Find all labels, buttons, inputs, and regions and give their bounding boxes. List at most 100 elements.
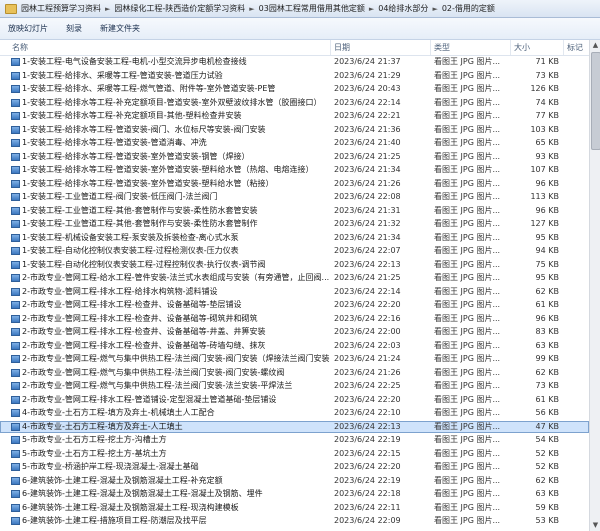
column-header-name[interactable]: 名称 <box>12 42 28 53</box>
file-size: 93 KB <box>535 151 559 161</box>
toolbar: 放映幻灯片 刻录 新建文件夹 <box>0 18 600 40</box>
jpg-file-icon <box>11 314 20 323</box>
file-date: 2023/6/24 22:08 <box>334 192 401 201</box>
file-row[interactable]: 2-市政专业-管网工程-燃气与集中供热工程-法兰阀门安装-法兰安装-平焊法兰 20… <box>0 380 589 392</box>
file-size: 59 KB <box>535 502 559 512</box>
column-divider[interactable] <box>563 40 564 55</box>
jpg-file-icon <box>11 85 20 93</box>
file-row[interactable]: 1-安装工程-电气设备安装工程-电机-小型交流异步电机检查接线 2023/6/24… <box>0 56 589 68</box>
file-type: 看图王 JPG 图片... <box>434 300 501 309</box>
file-name: 5-市政专业-桥涵护岸工程-现浇混凝土-混凝土基础 <box>22 462 199 471</box>
file-row[interactable]: 2-市政专业-管网工程-燃气与集中供热工程-法兰阀门安装-阀门安装（焊接法兰阀门… <box>0 353 589 365</box>
file-name: 1-安装工程-自动化控制仪表安装工程-过程控制仪表-执行仪表-调节阀 <box>22 259 266 269</box>
column-divider[interactable] <box>430 40 431 55</box>
breadcrumb-item[interactable]: 03园林工程常用借用其他定额 <box>259 3 365 14</box>
breadcrumb-item[interactable]: 04给排水部分 <box>378 3 428 14</box>
column-divider[interactable] <box>330 40 331 55</box>
file-row[interactable]: 1-安装工程-给排水等工程-管道安装-室外管道安装-钢管（焊接） 2023/6/2… <box>0 151 589 163</box>
chevron-right-icon[interactable]: ► <box>432 5 437 13</box>
address-bar[interactable]: 园林工程预算学习资料 ► 园林绿化工程-陕西造价定额学习资料 ► 03园林工程常… <box>0 0 600 18</box>
file-date: 2023/6/24 22:11 <box>334 502 401 512</box>
file-row[interactable]: 2-市政专业-管网工程-排水工程-检查井、设备基础等-井盖、井箅安装 2023/6… <box>0 326 589 338</box>
vertical-scrollbar[interactable]: ▲ ▼ <box>589 40 600 531</box>
file-type: 看图王 JPG 图片... <box>434 246 501 255</box>
file-size: 53 KB <box>535 516 559 525</box>
breadcrumb-item[interactable]: 02-借用的定额 <box>442 3 495 14</box>
file-name: 1-安装工程-自动化控制仪表安装工程-过程检测仪表-压力仪表 <box>22 246 239 255</box>
file-row[interactable]: 1-安装工程-工业管道工程-其他-套管制作与安装-柔性防水套管制作 2023/6/… <box>0 218 589 230</box>
file-type: 看图王 JPG 图片... <box>434 475 501 485</box>
file-row[interactable]: 1-安装工程-给排水等工程-补充定额项目-其他-塑料检查井安装 2023/6/24… <box>0 110 589 122</box>
file-row[interactable]: 1-安装工程-给排水等工程-管道安装-阀门、水位标尺等安装-阀门安装 2023/6… <box>0 124 589 136</box>
file-type: 看图王 JPG 图片... <box>434 219 501 228</box>
file-date: 2023/6/24 21:31 <box>334 205 401 215</box>
column-header-tag[interactable]: 标记 <box>567 42 583 53</box>
file-row[interactable]: 4-市政专业-土石方工程-填方及弃土-人工填土 2023/6/24 22:13 看图… <box>0 420 589 433</box>
file-row[interactable]: 6-建筑装饰-土建工程-措施项目工程-防潮层及找平层 2023/6/24 22:0… <box>0 515 589 527</box>
slideshow-button[interactable]: 放映幻灯片 <box>8 23 48 34</box>
file-row[interactable]: 1-安装工程-工业管道工程-其他-套管制作与安装-柔性防水套管安装 2023/6/… <box>0 205 589 217</box>
file-type: 看图王 JPG 图片... <box>434 178 501 188</box>
file-row[interactable]: 2-市政专业-管网工程-排水工程-管道铺设-定型混凝土管道基础-垫层铺设 2023… <box>0 394 589 406</box>
file-size: 73 KB <box>535 70 559 80</box>
file-row[interactable]: 1-安装工程-自动化控制仪表安装工程-过程检测仪表-压力仪表 2023/6/24 … <box>0 245 589 257</box>
file-row[interactable]: 5-市政专业-桥涵护岸工程-现浇混凝土-混凝土基础 2023/6/24 22:20… <box>0 461 589 473</box>
file-row[interactable]: 2-市政专业-管网工程-燃气与集中供热工程-法兰阀门安装-阀门安装-螺纹阀 202… <box>0 367 589 379</box>
file-size: 113 KB <box>530 192 559 201</box>
file-name: 2-市政专业-管网工程-排水工程-给排水构筑物-滤料铺设 <box>22 286 218 296</box>
file-date: 2023/6/24 22:03 <box>334 340 401 350</box>
file-row[interactable]: 6-建筑装饰-土建工程-混凝土及钢筋混凝土工程-混凝土及钢筋、埋件 2023/6/… <box>0 488 589 500</box>
file-row[interactable]: 4-市政专业-土石方工程-填方及弃土-机械填土人工配合 2023/6/24 22:… <box>0 407 589 419</box>
file-size: 126 KB <box>530 84 559 93</box>
jpg-file-icon <box>11 71 20 80</box>
file-type: 看图王 JPG 图片... <box>434 205 501 215</box>
jpg-file-icon <box>11 220 20 228</box>
file-row[interactable]: 1-安装工程-给排水等工程-管道安装-室外管道安装-塑料给水管（粘接） 2023/… <box>0 178 589 190</box>
file-type: 看图王 JPG 图片... <box>434 165 501 174</box>
file-row[interactable]: 2-市政专业-管网工程-排水工程-检查井、设备基础等-砖墙勾缝、抹灰 2023/6… <box>0 340 589 352</box>
jpg-file-icon <box>11 287 20 296</box>
file-name: 1-安装工程-工业管道工程-其他-套管制作与安装-柔性防水套管安装 <box>22 205 258 215</box>
file-row[interactable]: 1-安装工程-工业管道工程-阀门安装-低压阀门-法兰阀门 2023/6/24 22… <box>0 191 589 203</box>
column-header-date[interactable]: 日期 <box>334 42 350 53</box>
file-row[interactable]: 2-市政专业-管网工程-排水工程-给排水构筑物-滤料铺设 2023/6/24 22… <box>0 286 589 298</box>
file-row[interactable]: 1-安装工程-给排水等工程-管道安装-管道消毒、冲洗 2023/6/24 21:4… <box>0 137 589 149</box>
column-header-type[interactable]: 类型 <box>434 42 450 53</box>
scroll-down-icon[interactable]: ▼ <box>590 520 600 531</box>
burn-button[interactable]: 刻录 <box>66 23 82 34</box>
file-row[interactable]: 5-市政专业-土石方工程-挖土方-沟槽土方 2023/6/24 22:19 看图王 … <box>0 434 589 446</box>
file-type: 看图王 JPG 图片... <box>434 354 501 363</box>
file-date: 2023/6/24 22:16 <box>334 313 401 323</box>
jpg-file-icon <box>11 247 20 255</box>
file-row[interactable]: 1-安装工程-自动化控制仪表安装工程-过程控制仪表-执行仪表-调节阀 2023/6… <box>0 259 589 271</box>
breadcrumb-item[interactable]: 园林工程预算学习资料 <box>21 3 101 14</box>
file-row[interactable]: 1-安装工程-给排水等工程-补充定额项目-管道安装-室外双壁波纹排水管（胶圈接口… <box>0 97 589 109</box>
file-name: 6-建筑装饰-土建工程-措施项目工程-防潮层及找平层 <box>22 516 207 525</box>
file-name: 1-安装工程-给排水等工程-补充定额项目-管道安装-室外双壁波纹排水管（胶圈接口… <box>22 97 322 107</box>
column-divider[interactable] <box>510 40 511 55</box>
file-row[interactable]: 1-安装工程-给排水、采暖等工程-燃气管道、附件等-室外管道安装-PE管 2023… <box>0 83 589 95</box>
file-row[interactable]: 1-安装工程-给排水等工程-管道安装-室外管道安装-塑料给水管（热熔、电熔连接）… <box>0 164 589 176</box>
scroll-up-icon[interactable]: ▲ <box>590 40 600 51</box>
file-row[interactable]: 1-安装工程-机械设备安装工程-泵安装及拆装检查-离心式水泵 2023/6/24 … <box>0 232 589 244</box>
file-row[interactable]: 1-安装工程-给排水、采暖等工程-管道安装-管道压力试验 2023/6/24 21… <box>0 70 589 82</box>
file-size: 103 KB <box>530 124 559 134</box>
file-row[interactable]: 6-建筑装饰-土建工程-混凝土及钢筋混凝土工程-现浇构建模板 2023/6/24 … <box>0 502 589 514</box>
chevron-right-icon[interactable]: ► <box>249 5 254 13</box>
chevron-right-icon[interactable]: ► <box>369 5 374 13</box>
column-header-size[interactable]: 大小 <box>514 42 530 53</box>
file-row[interactable]: 2-市政专业-管网工程-给水工程-管件安装-法兰式水表组成与安装（有旁通管，止回… <box>0 272 589 284</box>
file-row[interactable]: 5-市政专业-土石方工程-挖土方-基坑土方 2023/6/24 22:15 看图王 … <box>0 448 589 460</box>
chevron-right-icon[interactable]: ► <box>105 5 110 13</box>
file-row[interactable]: 2-市政专业-管网工程-排水工程-检查井、设备基础等-垫层铺设 2023/6/24… <box>0 299 589 311</box>
file-date: 2023/6/24 22:10 <box>334 408 401 417</box>
file-row[interactable]: 6-建筑装饰-土建工程-混凝土及钢筋混凝土工程-补充定额 2023/6/24 22… <box>0 475 589 487</box>
jpg-file-icon <box>11 328 20 336</box>
new-folder-button[interactable]: 新建文件夹 <box>100 23 140 34</box>
file-size: 73 KB <box>535 381 559 390</box>
file-name: 4-市政专业-土石方工程-填方及弃土-机械填土人工配合 <box>22 408 215 417</box>
file-name: 1-安装工程-给排水等工程-补充定额项目-其他-塑料检查井安装 <box>22 111 242 120</box>
scrollbar-thumb[interactable] <box>591 52 600 150</box>
breadcrumb-item[interactable]: 园林绿化工程-陕西造价定额学习资料 <box>114 3 245 14</box>
file-row[interactable]: 2-市政专业-管网工程-排水工程-检查井、设备基础等-砌筑井和砌筑 2023/6/… <box>0 313 589 325</box>
